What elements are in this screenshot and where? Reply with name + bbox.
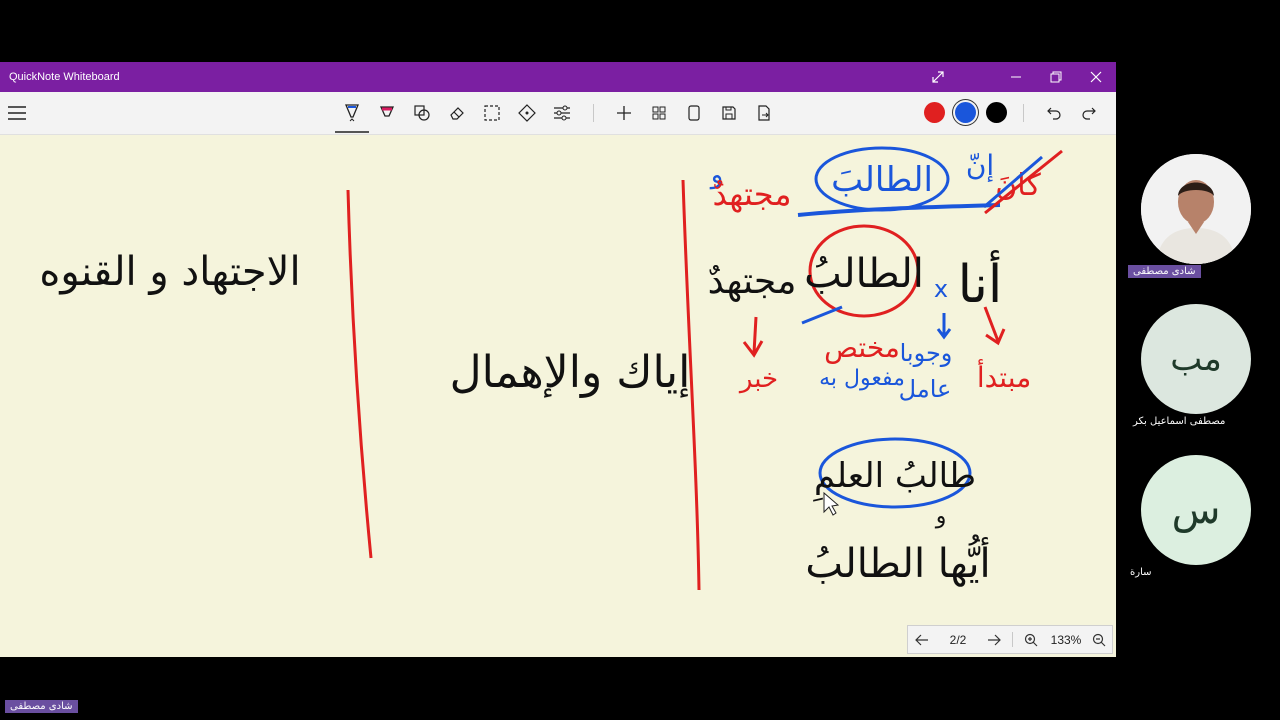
participant-tile-1[interactable] [1141,154,1251,264]
title-bar: QuickNote Whiteboard [0,62,1116,92]
sentence-blue-check [801,305,843,325]
pen-icon[interactable] [339,100,365,126]
col2-phrase: إياك والإهمال [450,347,691,398]
participant-2-initials: مب [1170,339,1222,379]
label-mafool: مفعول به [819,366,905,391]
self-name-label: شادى مصطفى [5,700,78,713]
active-tool-indicator [335,131,369,133]
mark-x: x [934,275,948,303]
shapes-icon[interactable] [409,100,435,126]
prev-page-icon[interactable] [908,626,936,653]
sentence-ana: أنا [958,250,1003,315]
save-icon[interactable] [716,100,742,126]
toolbar [0,92,1116,135]
color-swatch-black[interactable] [986,102,1007,123]
zoom-in-icon[interactable] [1018,626,1044,653]
settings-sliders-icon[interactable] [549,100,575,126]
label-wujuban: وجوبا [900,339,953,367]
sentence-mujtahid: مجتهدٌ [708,261,797,302]
top-blue-underline [797,203,1001,217]
toolbar-divider [593,104,594,122]
restore-button[interactable] [1036,62,1076,92]
mouse-cursor-icon [823,491,840,516]
whiteboard-canvas[interactable]: الاجتهاد و القنوه إياك والإهمال و مجتهدٌ… [0,135,1116,657]
whiteboard-app-window: QuickNote Whiteboard الاجتهاد و القنوه إ… [0,62,1116,657]
sentence-circled-word: الطالبُ [804,251,924,297]
participant-tile-2[interactable]: مب [1141,304,1251,414]
next-page-icon[interactable] [980,626,1008,653]
window-title: QuickNote Whiteboard [9,71,120,83]
participant-3-initials: س [1171,487,1221,533]
pan-icon[interactable] [514,100,540,126]
participant-2-name: مصطفى اسماعيل بكر [1133,416,1226,427]
undo-icon[interactable] [1041,100,1067,126]
lasso-select-icon[interactable] [479,100,505,126]
label-khabar: خبر [738,364,778,394]
label-mukhtass: مختص [824,331,900,364]
fullscreen-icon[interactable] [918,62,958,92]
label-amil: عامل [899,375,952,403]
col1-heading: الاجتهاد و القنوه [39,249,300,295]
redo-icon[interactable] [1076,100,1102,126]
minimize-button[interactable] [996,62,1036,92]
nav-divider [1012,632,1013,647]
eraser-icon[interactable] [444,100,470,126]
add-page-icon[interactable] [611,100,637,126]
bottom-line: أيُّها الطالبُ [805,534,990,587]
participant-tile-3[interactable]: س [1141,455,1251,565]
color-swatch-blue[interactable] [955,102,976,123]
toolbar-divider [1023,104,1024,122]
page-navigator: 2/2 133% [907,625,1113,654]
divider-line-left [346,189,373,559]
highlighter-icon[interactable] [374,100,400,126]
page-indicator: 2/2 [949,632,967,647]
top-red-mujtahid: مجتهدٌ [713,175,792,213]
bottom-circled-phrase: طالبُ العلمِ [812,456,976,502]
export-icon[interactable] [751,100,777,126]
top-inna: إنّ [966,149,994,182]
page-icon[interactable] [681,100,707,126]
bottom-connector: و [935,504,947,529]
arrow-khabar [742,316,764,358]
grid-icon[interactable] [646,100,672,126]
label-mubtada: مبتدأ [977,358,1031,394]
participant-3-name: سارة [1130,567,1152,578]
participant-1-name: شادى مصطفى [1128,265,1201,278]
hamburger-icon[interactable] [4,100,30,126]
close-button[interactable] [1076,62,1116,92]
color-swatch-red[interactable] [924,102,945,123]
top-circled-word: الطالبَ [831,160,933,200]
avatar-photo [1141,154,1251,264]
zoom-level: 133% [1050,632,1082,647]
arrow-wujuban [936,313,952,340]
zoom-out-icon[interactable] [1086,626,1112,653]
